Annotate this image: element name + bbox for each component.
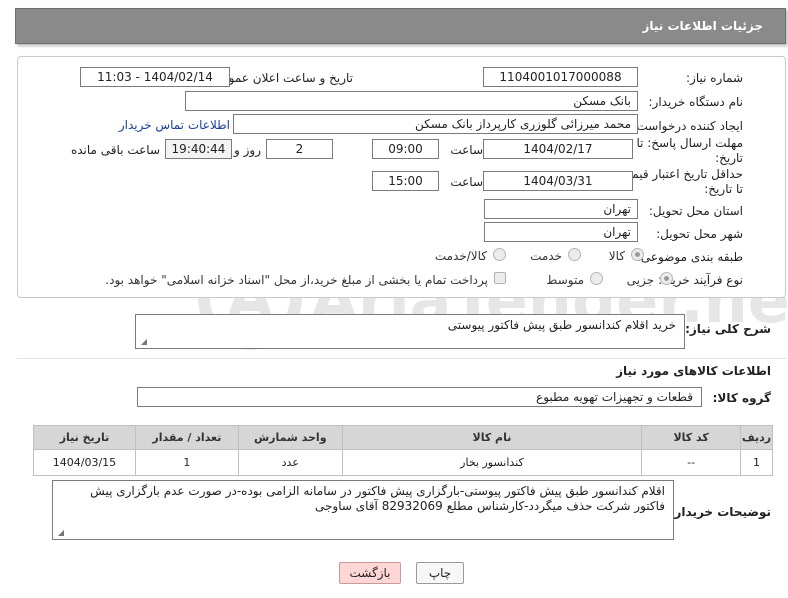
reply-days-field[interactable]: 2 xyxy=(266,139,333,159)
remaining-time-field: 19:40:44 xyxy=(165,139,232,159)
treasury-payment-note: پرداخت تمام یا بخشی از مبلغ خرید،از محل … xyxy=(105,273,488,287)
col-need-date: تاریخ نیاز xyxy=(33,425,136,450)
requester-label: ایجاد کننده درخواست: xyxy=(632,119,743,133)
category-radio-service[interactable] xyxy=(568,248,581,261)
category-radio-goods[interactable] xyxy=(631,248,644,261)
goods-group-label: گروه کالا: xyxy=(712,391,771,405)
buyer-notes-label: توضیحات خریدار: xyxy=(669,505,771,519)
table-header-row: ردیف کد کالا نام کالا واحد شمارش تعداد /… xyxy=(33,425,773,450)
process-radio-minor[interactable] xyxy=(660,272,673,285)
price-validity-time-label: ساعت xyxy=(450,175,483,189)
buyer-notes-textarea[interactable]: اقلام کندانسور طبق پیش فاکتور پیوستی-بار… xyxy=(52,480,674,540)
goods-group-field[interactable]: قطعات و تجهیزات تهویه مطبوع xyxy=(137,387,702,407)
cell-name: کندانسور بخار xyxy=(341,449,643,476)
page: AriaTender.neT جزئیات اطلاعات نیاز شماره… xyxy=(0,0,788,598)
process-option-medium: متوسط xyxy=(546,273,584,287)
price-validity-label: حداقل تاریخ اعتبار قیمت: xyxy=(616,167,743,181)
need-number-field[interactable]: 1104001017000088 xyxy=(483,67,638,87)
price-validity-date-field[interactable]: 1404/03/31 xyxy=(483,171,633,191)
category-radio-both[interactable] xyxy=(493,248,506,261)
buyer-org-label: نام دستگاه خریدار: xyxy=(648,95,744,109)
reply-time-field[interactable]: 09:00 xyxy=(372,139,439,159)
col-row: ردیف xyxy=(740,425,773,450)
price-validity-time-field[interactable]: 15:00 xyxy=(372,171,439,191)
days-label: روز و xyxy=(234,143,261,157)
need-summary-label: شرح کلی نیاز: xyxy=(685,322,771,336)
category-option-both: کالا/خدمت xyxy=(434,249,487,263)
print-button[interactable]: چاپ xyxy=(416,562,464,584)
cell-code: -- xyxy=(641,449,742,476)
buyer-org-field[interactable]: بانک مسکن xyxy=(185,91,638,111)
cell-unit: عدد xyxy=(237,449,343,476)
need-number-label: شماره نیاز: xyxy=(686,71,743,85)
table-row[interactable]: 1 -- کندانسور بخار عدد 1 1404/03/15 xyxy=(33,449,773,476)
province-label: استان محل تحویل: xyxy=(648,204,743,218)
cell-row: 1 xyxy=(740,449,773,476)
announce-datetime-field[interactable]: 1404/02/14 - 11:03 xyxy=(80,67,230,87)
page-title: جزئیات اطلاعات نیاز xyxy=(642,19,763,33)
reply-deadline-label: مهلت ارسال پاسخ: تا xyxy=(636,136,743,150)
province-field[interactable]: تهران xyxy=(484,199,638,219)
page-header: جزئیات اطلاعات نیاز xyxy=(15,8,786,44)
back-button[interactable]: بازگشت xyxy=(339,562,401,584)
reply-time-label: ساعت xyxy=(450,143,483,157)
col-name: نام کالا xyxy=(341,425,643,450)
col-code: کد کالا xyxy=(641,425,742,450)
remaining-label: ساعت باقی مانده xyxy=(70,143,160,157)
goods-info-title: اطلاعات کالاهای مورد نیاز xyxy=(616,364,771,378)
process-option-minor: جزیی xyxy=(626,273,654,287)
category-label: طبقه بندی موضوعی: xyxy=(636,250,743,264)
resize-grip-icon[interactable]: ◢ xyxy=(139,338,147,346)
col-quantity: تعداد / مقدار xyxy=(134,425,239,450)
need-summary-textarea[interactable]: خرید اقلام کندانسور طبق پیش فاکتور پیوست… xyxy=(135,314,685,349)
items-table: ردیف کد کالا نام کالا واحد شمارش تعداد /… xyxy=(33,425,773,476)
reply-date-field[interactable]: 1404/02/17 xyxy=(483,139,633,159)
city-label: شهر محل تحویل: xyxy=(656,227,743,241)
col-unit: واحد شمارش xyxy=(237,425,343,450)
buyer-notes-text: اقلام کندانسور طبق پیش فاکتور پیوستی-بار… xyxy=(90,484,665,513)
city-field[interactable]: تهران xyxy=(484,222,638,242)
resize-grip-icon[interactable]: ◢ xyxy=(56,529,64,537)
price-validity-label-2: تا تاریخ: xyxy=(704,182,743,196)
cell-need-date: 1404/03/15 xyxy=(33,449,136,476)
reply-deadline-label-2: تاریخ: xyxy=(715,151,743,165)
buyer-contact-link[interactable]: اطلاعات تماس خریدار xyxy=(119,118,230,132)
cell-quantity: 1 xyxy=(134,449,239,476)
category-option-goods: کالا xyxy=(608,249,625,263)
need-summary-text: خرید اقلام کندانسور طبق پیش فاکتور پیوست… xyxy=(447,318,676,332)
process-radio-medium[interactable] xyxy=(590,272,603,285)
category-option-service: خدمت xyxy=(530,249,562,263)
section-divider xyxy=(17,358,786,359)
treasury-payment-checkbox[interactable] xyxy=(494,272,506,284)
requester-field[interactable]: محمد میرزائی گلوزری کارپرداز بانک مسکن xyxy=(233,114,638,134)
